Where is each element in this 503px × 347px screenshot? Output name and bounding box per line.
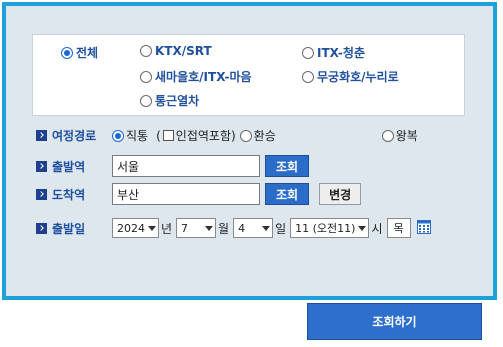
- departure-label-text: 출발역: [52, 159, 86, 174]
- train-type-all[interactable]: 전체: [61, 44, 98, 61]
- date-row: 출발일 2024 년 7 월 4 일 11 (오전11) 시 목: [36, 218, 431, 238]
- train-type-label: 전체: [76, 46, 99, 60]
- route-transfer-option[interactable]: 환승: [239, 127, 276, 144]
- chevron-down-icon: [205, 225, 214, 231]
- chevron-down-icon: [262, 225, 271, 231]
- arrival-station-input[interactable]: 부산: [112, 183, 260, 205]
- departure-row: 출발역 서울 조회: [36, 155, 310, 177]
- arrow-right-icon: [36, 130, 47, 141]
- search-panel: 전체 KTX/SRT ITX-청춘 새마을호/ITX-마음 무궁화호/누리로 통…: [2, 2, 497, 300]
- include-adjacent-label: 인접역포함): [175, 129, 236, 143]
- route-row: 여정경로 직통 ( 인접역포함) 환승 왕복: [36, 127, 418, 144]
- swap-stations-button[interactable]: 변경: [319, 183, 362, 205]
- train-type-label: 통근열차: [155, 94, 200, 108]
- day-unit: 일: [275, 221, 287, 236]
- month-select[interactable]: 7: [176, 218, 217, 238]
- month-value: 7: [181, 221, 189, 235]
- departure-label: 출발역: [36, 158, 112, 175]
- date-label-text: 출발일: [52, 221, 86, 236]
- date-label: 출발일: [36, 220, 112, 237]
- departure-station-input[interactable]: 서울: [112, 155, 260, 177]
- arrow-right-icon: [36, 188, 47, 200]
- radio-icon: [302, 70, 314, 83]
- arrow-right-icon: [36, 222, 47, 234]
- chevron-down-icon: [358, 225, 367, 231]
- calendar-icon[interactable]: [416, 219, 431, 237]
- weekday-value: 목: [393, 222, 404, 235]
- train-type-label: 새마을호/ITX-마음: [155, 70, 252, 84]
- route-transfer-label: 환승: [253, 129, 276, 143]
- route-label-text: 여정경로: [52, 129, 97, 143]
- year-value: 2024: [117, 221, 145, 235]
- year-unit: 년: [161, 221, 173, 236]
- route-label: 여정경로: [36, 127, 112, 144]
- radio-selected-icon: [112, 129, 124, 142]
- train-type-ktx-srt[interactable]: KTX/SRT: [140, 44, 212, 58]
- departure-search-button[interactable]: 조회: [265, 155, 310, 177]
- arrival-label-text: 도착역: [52, 187, 86, 202]
- radio-icon: [140, 45, 152, 57]
- train-type-label: ITX-청춘: [317, 46, 365, 60]
- day-value: 4: [238, 221, 246, 235]
- route-roundtrip-label: 왕복: [395, 129, 418, 143]
- arrival-row: 도착역 부산 조회 변경: [36, 183, 362, 205]
- arrival-label: 도착역: [36, 186, 112, 203]
- paren-text: (: [156, 128, 161, 143]
- route-direct-label: 직통: [126, 129, 149, 143]
- radio-icon: [239, 129, 252, 142]
- chevron-down-icon: [148, 225, 156, 231]
- train-type-saemaeul[interactable]: 새마을호/ITX-마음: [140, 68, 252, 85]
- year-select[interactable]: 2024: [112, 218, 159, 238]
- weekday-display: 목: [386, 218, 411, 238]
- train-type-itx-cheongchun[interactable]: ITX-청춘: [302, 44, 365, 61]
- month-unit: 월: [218, 221, 230, 236]
- train-type-label: 무궁화호/누리로: [317, 70, 399, 84]
- hour-value: 11 (오전11): [295, 222, 356, 235]
- train-type-commuter[interactable]: 통근열차: [140, 92, 199, 109]
- radio-icon: [140, 94, 152, 107]
- hour-unit: 시: [371, 221, 383, 236]
- arrow-right-icon: [36, 160, 47, 172]
- train-type-label: KTX/SRT: [155, 44, 212, 58]
- radio-icon: [302, 46, 314, 59]
- search-submit-button[interactable]: 조회하기: [307, 303, 482, 340]
- train-type-group: 전체 KTX/SRT ITX-청춘 새마을호/ITX-마음 무궁화호/누리로 통…: [32, 34, 465, 116]
- day-select[interactable]: 4: [233, 218, 274, 238]
- radio-selected-icon: [61, 46, 73, 59]
- hour-select[interactable]: 11 (오전11): [290, 218, 370, 238]
- include-adjacent-checkbox[interactable]: [162, 130, 174, 141]
- arrival-search-button[interactable]: 조회: [265, 183, 310, 205]
- radio-icon: [381, 129, 394, 142]
- route-direct-option[interactable]: 직통 ( 인접역포함): [112, 127, 236, 144]
- route-roundtrip-option[interactable]: 왕복: [381, 127, 418, 144]
- radio-icon: [140, 70, 152, 83]
- train-type-mugunghwa[interactable]: 무궁화호/누리로: [302, 68, 399, 85]
